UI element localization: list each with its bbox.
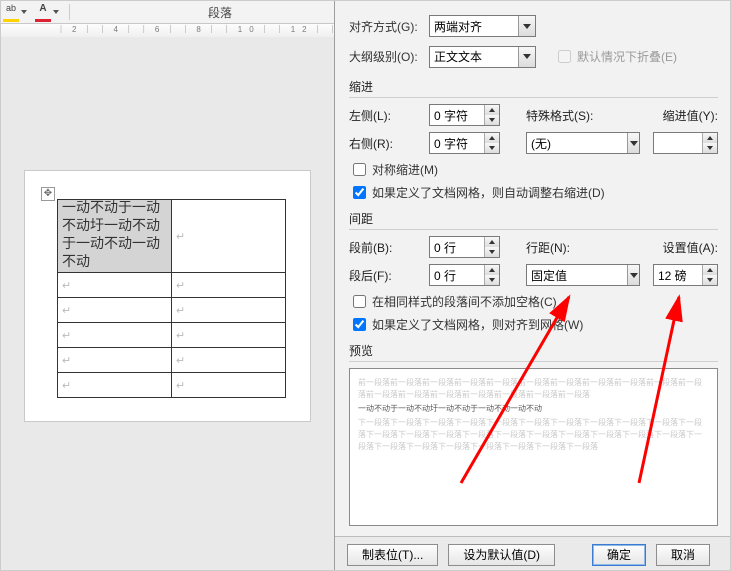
space-before-spinner[interactable] — [429, 236, 500, 258]
table-cell[interactable]: ↵ — [172, 273, 286, 298]
chevron-down-icon[interactable] — [518, 47, 535, 67]
paragraph-dialog: 对齐方式(G): 大纲级别(O): 默认情况下折叠(E) 缩进 — [334, 1, 731, 571]
table-cell[interactable]: ↵ — [172, 348, 286, 373]
table-cell[interactable]: ↵ — [172, 373, 286, 398]
ribbon-strip: ab A 段落 — [1, 1, 334, 24]
separator — [69, 4, 70, 20]
spin-up-icon[interactable] — [485, 265, 499, 275]
spacing-group-title: 间距 — [349, 210, 718, 227]
line-spacing-label: 行距(N): — [526, 239, 606, 256]
table-cell[interactable]: ↵ — [172, 298, 286, 323]
highlight-color-icon[interactable]: ab — [3, 3, 19, 22]
outline-level-combo[interactable] — [429, 46, 536, 68]
spin-up-icon[interactable] — [703, 133, 717, 143]
set-at-label: 设置值(A): — [648, 239, 718, 256]
special-format-label: 特殊格式(S): — [526, 107, 606, 124]
chevron-down-icon[interactable] — [627, 265, 639, 285]
outline-level-value[interactable] — [430, 48, 518, 66]
space-before-value[interactable] — [430, 237, 484, 257]
space-after-label: 段后(F): — [349, 267, 429, 284]
table-cell[interactable]: ↵ — [58, 373, 172, 398]
set-at-value[interactable] — [654, 265, 702, 285]
spin-down-icon[interactable] — [485, 275, 499, 285]
no-space-same-style-label: 在相同样式的段落间不添加空格(C) — [372, 293, 557, 310]
indent-left-value[interactable] — [430, 105, 484, 125]
table-cell[interactable]: ↵ — [172, 200, 286, 273]
alignment-combo[interactable] — [429, 15, 536, 37]
table-cell[interactable]: ↵ — [58, 323, 172, 348]
indent-left-spinner[interactable] — [429, 104, 500, 126]
font-color-icon[interactable]: A — [35, 3, 51, 22]
cancel-button[interactable]: 取消 — [656, 544, 710, 566]
document-editor-area: ab A 段落 ｜2｜｜4｜｜6｜｜8｜｜10｜｜12｜｜14 ✥ 一动不动于一… — [1, 1, 334, 571]
preview-main-text: 一动不动于一动不动圩一动不动于一动不动一动不动 — [358, 403, 709, 415]
special-format-value[interactable] — [527, 134, 627, 152]
chevron-down-icon[interactable] — [627, 133, 639, 153]
spin-up-icon[interactable] — [485, 133, 499, 143]
document-table[interactable]: 一动不动于一动不动圩一动不动于一动不动一动不动↵ ↵↵ ↵↵ ↵↵ ↵↵ ↵↵ — [57, 199, 286, 398]
grid-auto-indent-label: 如果定义了文档网格，则自动调整右缩进(D) — [372, 184, 605, 201]
table-cell[interactable]: ↵ — [58, 273, 172, 298]
table-cell[interactable]: ↵ — [172, 323, 286, 348]
table-move-handle-icon[interactable]: ✥ — [41, 187, 55, 201]
line-spacing-combo[interactable] — [526, 264, 640, 286]
space-after-spinner[interactable] — [429, 264, 500, 286]
preview-filler-before: 前一段落前一段落前一段落前一段落前一段落前一段落前一段落前一段落前一段落前一段落… — [358, 377, 709, 401]
table-cell[interactable]: ↵ — [58, 298, 172, 323]
mirror-indents-label: 对称缩进(M) — [372, 161, 438, 178]
indent-right-value[interactable] — [430, 133, 484, 153]
grid-auto-indent-checkbox[interactable] — [353, 186, 366, 199]
no-space-same-style-checkbox[interactable] — [353, 295, 366, 308]
spin-up-icon[interactable] — [485, 237, 499, 247]
mirror-indents-checkbox[interactable] — [353, 163, 366, 176]
spin-down-icon[interactable] — [485, 247, 499, 257]
dialog-button-bar: 制表位(T)... 设为默认值(D) 确定 取消 — [335, 536, 731, 571]
ribbon-group-label: 段落 — [208, 4, 232, 21]
indent-right-spinner[interactable] — [429, 132, 500, 154]
spin-down-icon[interactable] — [703, 275, 717, 285]
outline-level-label: 大纲级别(O): — [349, 48, 429, 65]
table-cell-selected[interactable]: 一动不动于一动不动圩一动不动于一动不动一动不动 — [58, 200, 172, 273]
special-format-combo[interactable] — [526, 132, 640, 154]
set-default-button[interactable]: 设为默认值(D) — [448, 544, 555, 566]
space-before-label: 段前(B): — [349, 239, 429, 256]
spin-down-icon[interactable] — [485, 115, 499, 125]
spin-down-icon[interactable] — [703, 143, 717, 153]
snap-to-grid-label: 如果定义了文档网格，则对齐到网格(W) — [372, 316, 583, 333]
collapsed-by-default-checkbox — [558, 50, 571, 63]
set-at-spinner[interactable] — [653, 264, 718, 286]
tabs-button[interactable]: 制表位(T)... — [347, 544, 438, 566]
spin-down-icon[interactable] — [485, 143, 499, 153]
spin-up-icon[interactable] — [703, 265, 717, 275]
indent-value-label: 缩进值(Y): — [648, 107, 718, 124]
alignment-value[interactable] — [430, 17, 518, 35]
line-spacing-value[interactable] — [527, 266, 627, 284]
preview-filler-after: 下一段落下一段落下一段落下一段落下一段落下一段落下一段落下一段落下一段落下一段落… — [358, 417, 709, 453]
chevron-down-icon[interactable] — [19, 10, 29, 14]
preview-group-title: 预览 — [349, 342, 718, 359]
table-cell[interactable]: ↵ — [58, 348, 172, 373]
ok-button[interactable]: 确定 — [592, 544, 646, 566]
indent-left-label: 左侧(L): — [349, 107, 429, 124]
snap-to-grid-checkbox[interactable] — [353, 318, 366, 331]
spin-up-icon[interactable] — [485, 105, 499, 115]
indent-value-spinner[interactable] — [653, 132, 718, 154]
indent-value-input[interactable] — [654, 133, 702, 153]
indent-right-label: 右侧(R): — [349, 135, 429, 152]
space-after-value[interactable] — [430, 265, 484, 285]
preview-box: 前一段落前一段落前一段落前一段落前一段落前一段落前一段落前一段落前一段落前一段落… — [349, 368, 718, 526]
indent-group-title: 缩进 — [349, 78, 718, 95]
chevron-down-icon[interactable] — [518, 16, 535, 36]
chevron-down-icon[interactable] — [51, 10, 61, 14]
collapsed-by-default-label: 默认情况下折叠(E) — [577, 48, 677, 65]
alignment-label: 对齐方式(G): — [349, 18, 429, 35]
